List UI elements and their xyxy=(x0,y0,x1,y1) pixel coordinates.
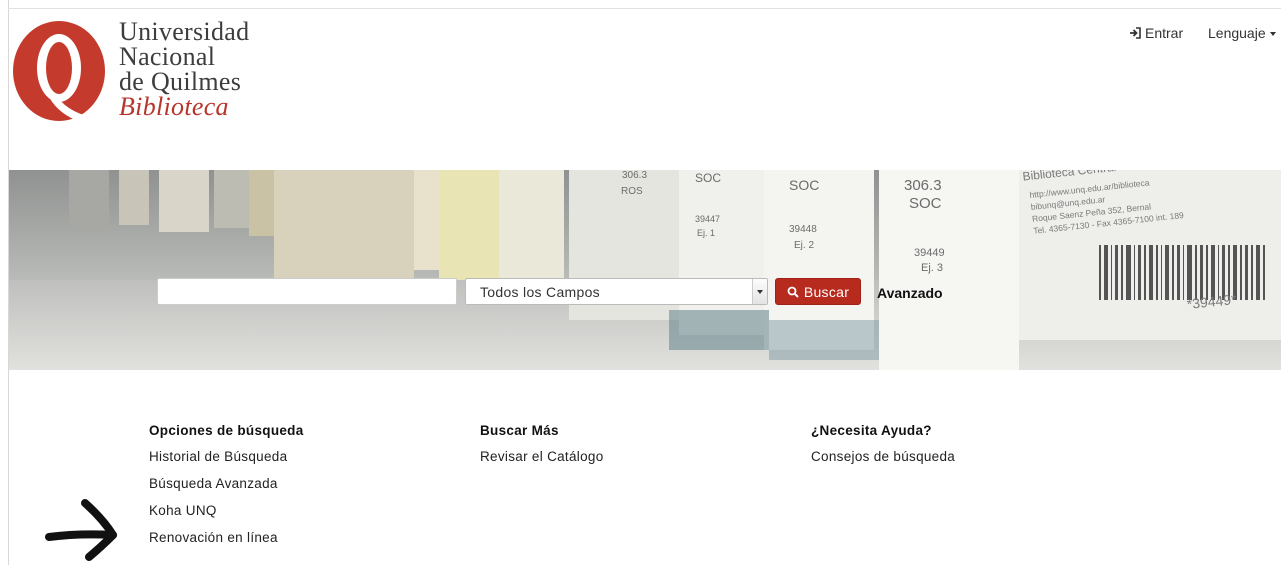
book2-label-1: SOC xyxy=(789,177,819,193)
search-button-label: Buscar xyxy=(803,283,850,300)
annotation-arrow-icon xyxy=(45,499,117,561)
book4-label-2: ROS xyxy=(621,186,643,197)
history-link[interactable]: Historial de Búsqueda xyxy=(149,448,304,465)
language-label: Lenguaje xyxy=(1208,25,1266,41)
online-renewal-link[interactable]: Renovación en línea xyxy=(149,529,304,546)
caret-down-icon xyxy=(1269,32,1276,36)
login-label: Entrar xyxy=(1145,25,1184,41)
search-more-column: Buscar Más Revisar el Catálogo xyxy=(480,422,604,475)
search-icon xyxy=(787,286,799,298)
column-heading: Buscar Más xyxy=(480,423,559,438)
site-logo[interactable]: Universidad Nacional de Quilmes Bibliote… xyxy=(11,19,291,129)
advanced-search-footer-link[interactable]: Búsqueda Avanzada xyxy=(149,475,304,492)
hero-banner: 306.3 SOC 39449 Ej. 3 SOC 39448 Ej. 2 SO… xyxy=(9,170,1281,370)
search-input[interactable] xyxy=(157,278,457,305)
book2-label-2: 39448 xyxy=(789,224,817,235)
logo-line-2: Nacional xyxy=(119,42,216,71)
hero-books-image: 306.3 SOC 39449 Ej. 3 SOC 39448 Ej. 2 SO… xyxy=(9,170,1281,370)
book1-label-3: 39449 xyxy=(914,247,945,259)
sign-in-icon xyxy=(1130,27,1141,39)
help-column: ¿Necesita Ayuda? Consejos de búsqueda xyxy=(811,422,955,475)
koha-unq-link[interactable]: Koha UNQ xyxy=(149,502,304,519)
column-heading: Opciones de búsqueda xyxy=(149,423,304,438)
search-button[interactable]: Buscar xyxy=(775,278,861,305)
search-field-value: Todos los Campos xyxy=(480,284,600,300)
login-link[interactable]: Entrar xyxy=(1129,25,1183,41)
language-dropdown[interactable]: Lenguaje xyxy=(1208,25,1276,41)
advanced-search-link[interactable]: Avanzado xyxy=(877,285,943,301)
select-arrow-icon xyxy=(752,279,767,304)
logo-line-3: de Quilmes xyxy=(119,67,242,96)
browse-catalog-link[interactable]: Revisar el Catálogo xyxy=(480,448,604,465)
book1-label-2: SOC xyxy=(909,195,942,212)
unq-logo-mark-icon xyxy=(13,21,105,123)
book1-label-1: 306.3 xyxy=(904,177,942,194)
book3-label-2: 39447 xyxy=(695,214,720,224)
top-border xyxy=(8,8,1281,9)
logo-line-biblioteca: Biblioteca xyxy=(119,92,229,121)
book1-label-4: Ej. 3 xyxy=(921,262,943,274)
logo-wordmark: Universidad Nacional de Quilmes Bibliote… xyxy=(119,17,250,121)
column-heading: ¿Necesita Ayuda? xyxy=(811,423,932,438)
search-field-select[interactable]: Todos los Campos xyxy=(465,278,768,305)
book3-label-3: Ej. 1 xyxy=(697,228,715,238)
search-tips-link[interactable]: Consejos de búsqueda xyxy=(811,448,955,465)
logo-line-1: Universidad xyxy=(119,17,250,46)
book2-label-3: Ej. 2 xyxy=(794,240,814,251)
book3-label-1: SOC xyxy=(695,171,721,185)
book4-label-1: 306.3 xyxy=(622,170,647,181)
search-options-column: Opciones de búsqueda Historial de Búsque… xyxy=(149,422,304,556)
